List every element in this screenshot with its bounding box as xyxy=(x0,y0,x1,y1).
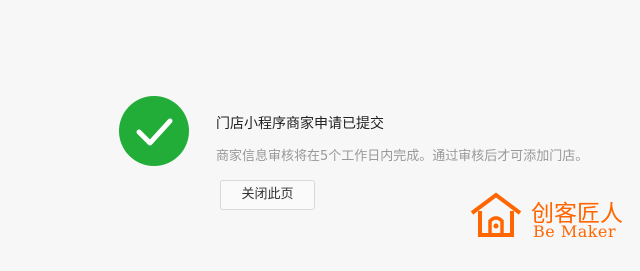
close-page-button[interactable]: 关闭此页 xyxy=(220,180,315,210)
success-checkmark-icon xyxy=(119,96,189,166)
dialog-title: 门店小程序商家申请已提交 xyxy=(216,116,384,132)
watermark-brand-en: Be Maker xyxy=(533,222,617,241)
dialog-description: 商家信息审核将在5个工作日内完成。通过审核后才可添加门店。 xyxy=(216,149,589,164)
house-logo-icon xyxy=(468,191,524,239)
